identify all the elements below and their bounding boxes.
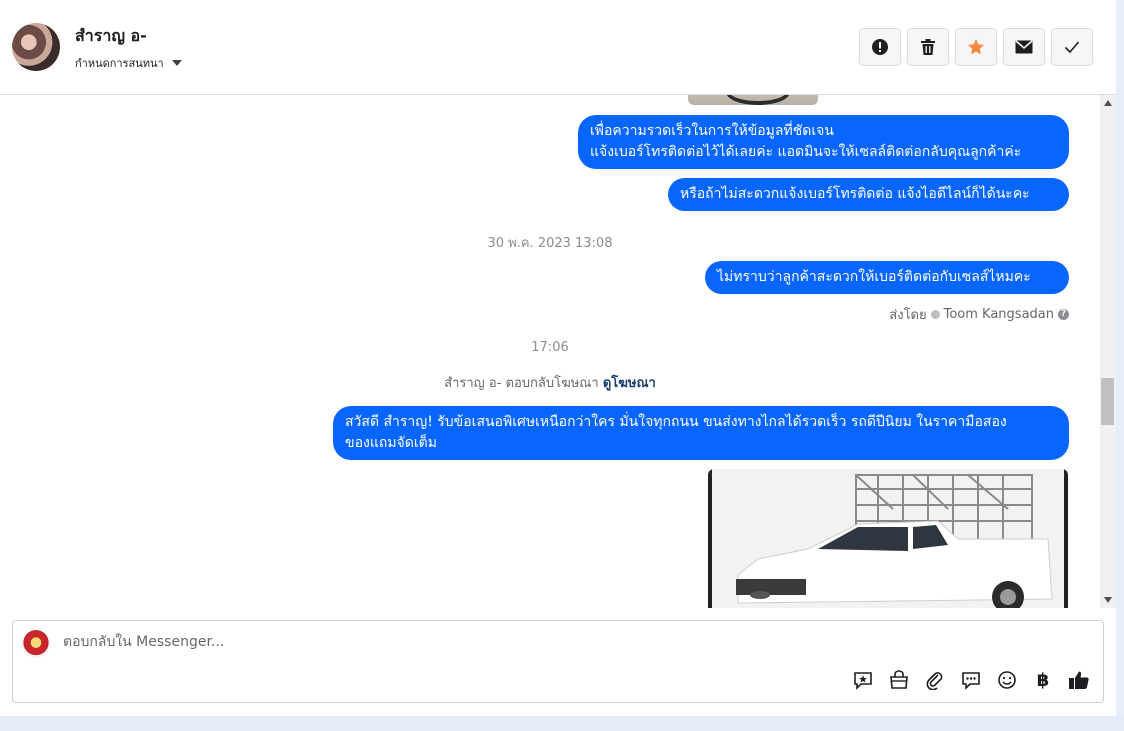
attach-button[interactable] xyxy=(923,668,947,692)
contact-name[interactable]: สำราญ อ- xyxy=(75,24,147,49)
shop-button[interactable] xyxy=(887,668,911,692)
ad-reply-info: สำราญ อ- ตอบกลับโฆษณา ดูโฆษณา xyxy=(0,372,1100,393)
shop-icon xyxy=(890,670,908,689)
image-border xyxy=(708,469,712,608)
sent-by-info: ส่งโดย Toom Kangsadan ? xyxy=(889,304,1069,325)
sent-by-name: Toom Kangsadan xyxy=(943,307,1054,322)
conversation-status-dropdown[interactable]: กำหนดการสนทนา xyxy=(75,54,182,72)
pickup-truck-image xyxy=(708,469,1068,608)
like-button[interactable] xyxy=(1067,668,1091,692)
reply-input[interactable] xyxy=(61,633,865,651)
baht-icon: ฿ xyxy=(1036,669,1050,691)
composer-toolbar: ฿ xyxy=(851,668,1091,692)
star-button[interactable] xyxy=(955,28,997,66)
timestamp: 30 พ.ค. 2023 13:08 xyxy=(487,236,613,251)
report-icon xyxy=(872,39,888,55)
saved-reply-icon xyxy=(854,672,872,690)
chat-templates-button[interactable] xyxy=(959,668,983,692)
star-icon xyxy=(968,39,984,55)
help-icon[interactable]: ? xyxy=(1058,309,1069,320)
message-bubble[interactable]: เพื่อความรวดเร็วในการให้ข้อมูลที่ชัดเจน … xyxy=(578,115,1069,169)
report-spam-button[interactable] xyxy=(859,28,901,66)
check-icon xyxy=(1064,41,1080,54)
ad-reply-text: สำราญ อ- ตอบกลับโฆษณา xyxy=(444,376,599,391)
sent-by-label: ส่งโดย xyxy=(889,308,927,323)
image-border xyxy=(1064,469,1068,608)
inbox-conversation: สำราญ อ- กำหนดการสนทนา เพื่อความรวดเร็วใ… xyxy=(0,0,1116,716)
emoji-button[interactable] xyxy=(995,668,1019,692)
status-label: กำหนดการสนทนา xyxy=(75,57,164,70)
scroll-thumb[interactable] xyxy=(1101,378,1114,425)
message-image-partial[interactable] xyxy=(688,95,818,105)
conversation-header: สำราญ อ- กำหนดการสนทนา xyxy=(0,0,1116,95)
message-bubble[interactable]: ไม่ทราบว่าลูกค้าสะดวกให้เบอร์ติดต่อกับเซ… xyxy=(705,261,1069,294)
view-ad-link[interactable]: ดูโฆษณา xyxy=(603,376,656,391)
like-icon xyxy=(1069,671,1089,689)
truck-photo[interactable] xyxy=(708,469,1068,608)
message-bubble[interactable]: สวัสดี สำราญ! รับข้อเสนอพิเศษเหนือกว่าใค… xyxy=(333,406,1069,460)
thread-scrollbar[interactable] xyxy=(1100,95,1116,608)
caret-down-icon xyxy=(171,60,182,66)
saved-replies-button[interactable] xyxy=(851,668,875,692)
mark-done-button[interactable] xyxy=(1051,28,1093,66)
agent-icon xyxy=(930,310,940,319)
chat-icon xyxy=(962,672,980,690)
contact-avatar[interactable] xyxy=(12,23,60,71)
payment-button[interactable]: ฿ xyxy=(1031,668,1055,692)
reply-composer: ฿ xyxy=(12,620,1104,703)
page-avatar xyxy=(22,630,50,658)
emoji-icon xyxy=(998,671,1016,689)
attach-icon xyxy=(926,672,943,690)
delete-button[interactable] xyxy=(907,28,949,66)
trash-icon xyxy=(921,39,935,55)
message-bubble[interactable]: หรือถ้าไม่สะดวกแจ้งเบอร์โทรติดต่อ แจ้งไอ… xyxy=(668,178,1069,211)
scroll-up-arrow[interactable] xyxy=(1104,100,1112,106)
timestamp: 17:06 xyxy=(531,340,569,355)
message-thread[interactable]: เพื่อความรวดเร็วในการให้ข้อมูลที่ชัดเจน … xyxy=(0,95,1100,608)
mail-icon xyxy=(1015,40,1033,54)
header-toolbar xyxy=(859,28,1093,66)
scroll-down-arrow[interactable] xyxy=(1104,597,1112,603)
window-bottom-strip xyxy=(0,716,1124,731)
mark-unread-button[interactable] xyxy=(1003,28,1045,66)
